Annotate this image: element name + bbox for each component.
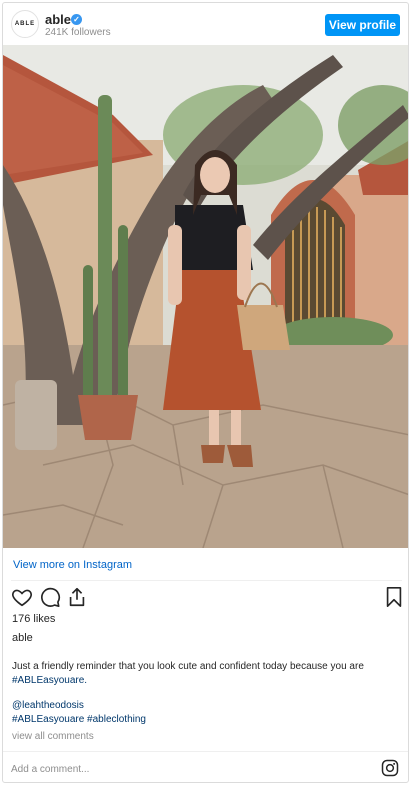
divider (11, 580, 402, 581)
verified-badge-icon: ✓ (71, 14, 82, 25)
hashtags-link[interactable]: #ABLEasyouare #ableclothing (12, 714, 146, 725)
post-actions (11, 586, 403, 608)
view-all-comments-link[interactable]: view all comments (12, 731, 94, 742)
bookmark-icon[interactable] (383, 586, 405, 608)
instagram-logo-icon[interactable] (381, 759, 399, 777)
comment-input[interactable] (11, 760, 351, 778)
follower-count: 241K followers (45, 27, 111, 38)
caption-body: Just a friendly reminder that you look c… (12, 661, 364, 672)
heart-icon[interactable] (11, 586, 33, 608)
share-icon[interactable] (66, 586, 88, 608)
avatar[interactable]: ABLE (11, 10, 39, 38)
post-header: ABLE able ✓ 241K followers View profile (3, 3, 408, 45)
view-more-on-instagram-link[interactable]: View more on Instagram (13, 559, 132, 571)
post-photo[interactable] (3, 45, 408, 548)
view-profile-button[interactable]: View profile (325, 14, 400, 36)
comment-bar (3, 751, 408, 782)
caption-text: Just a friendly reminder that you look c… (12, 660, 404, 688)
instagram-embed-card: ABLE able ✓ 241K followers View profile (2, 2, 409, 783)
caption-author[interactable]: able (12, 632, 33, 644)
like-count[interactable]: 176 likes (12, 613, 55, 625)
mention-link[interactable]: @leahtheodosis (12, 700, 84, 711)
hashtag-link[interactable]: #ABLEasyouare. (12, 675, 87, 686)
username[interactable]: able (45, 12, 71, 27)
comment-icon[interactable] (39, 586, 61, 608)
photo-illustration (3, 45, 408, 548)
